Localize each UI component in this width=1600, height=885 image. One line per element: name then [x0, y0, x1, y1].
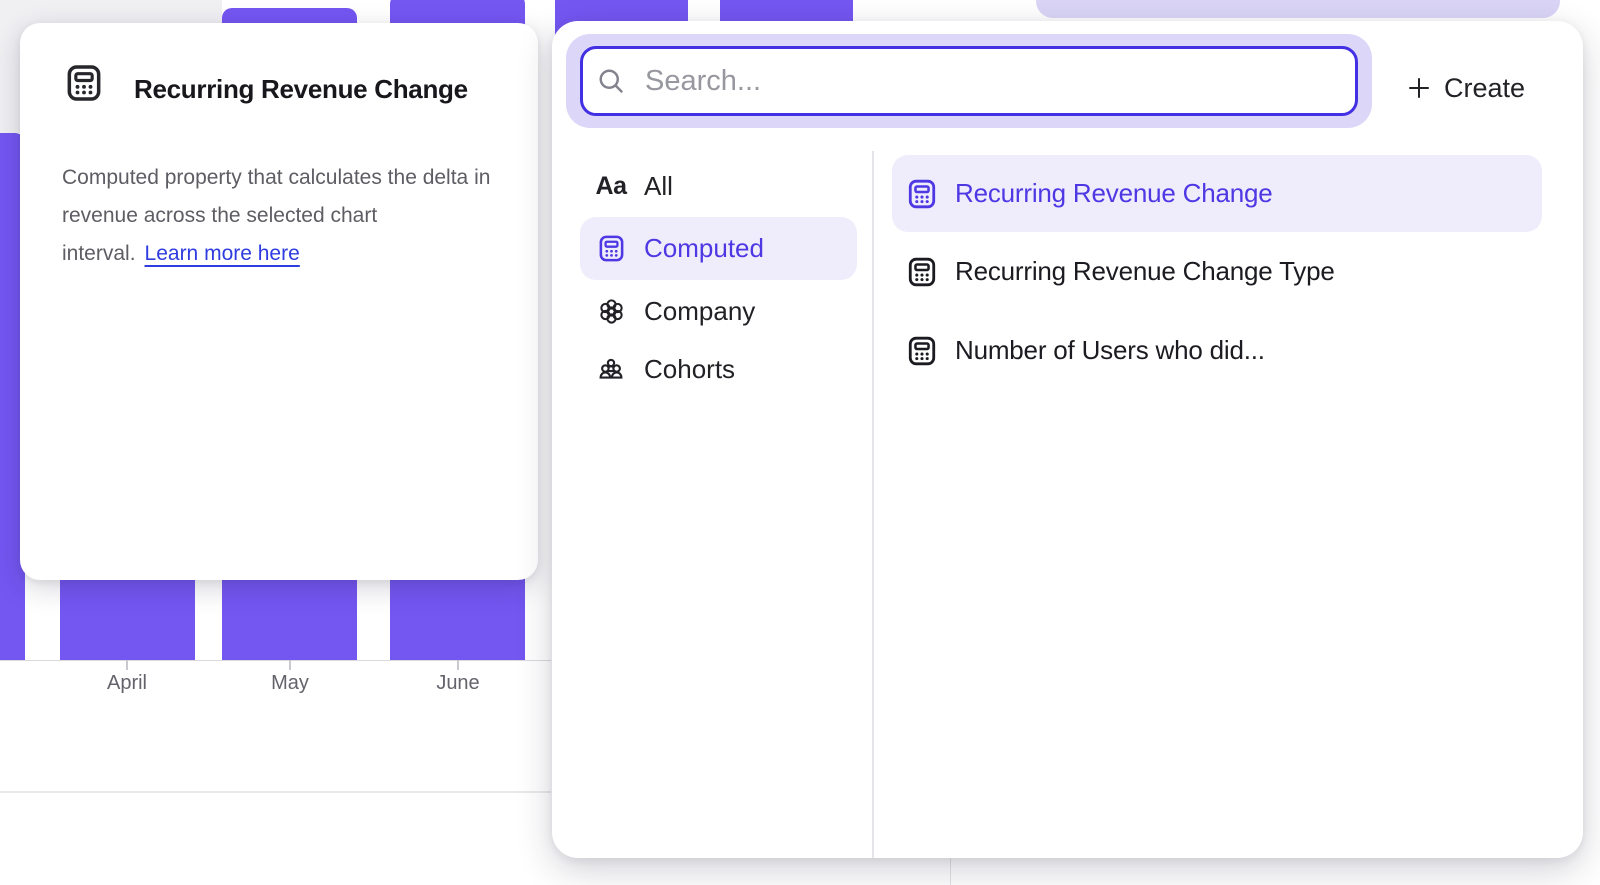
- category-label: All: [644, 171, 673, 202]
- search-input[interactable]: [645, 65, 1355, 98]
- axis-tick: [457, 660, 459, 670]
- property-tooltip-card: Recurring Revenue Change Computed proper…: [20, 23, 538, 580]
- category-item-computed[interactable]: Computed: [580, 217, 857, 280]
- category-label: Computed: [644, 233, 764, 264]
- search-focus-ring: [566, 34, 1372, 128]
- result-label: Number of Users who did...: [955, 335, 1265, 366]
- calculator-icon: [64, 63, 104, 103]
- category-label: Company: [644, 296, 755, 327]
- search-icon: [597, 67, 625, 95]
- app-canvas: April May June Recurring Revenue Change …: [0, 0, 1600, 885]
- result-item[interactable]: Recurring Revenue Change Type: [892, 233, 1542, 310]
- calculator-icon: [906, 256, 938, 288]
- x-axis-label: April: [107, 672, 147, 695]
- result-item[interactable]: Recurring Revenue Change: [892, 155, 1542, 232]
- result-label: Recurring Revenue Change Type: [955, 256, 1335, 287]
- category-label: Cohorts: [644, 354, 735, 385]
- calculator-icon: [906, 335, 938, 367]
- company-icon: [596, 296, 626, 326]
- picker-column-divider: [872, 151, 874, 858]
- result-label: Recurring Revenue Change: [955, 178, 1273, 209]
- axis-tick: [126, 660, 128, 670]
- x-axis-label: May: [271, 672, 309, 695]
- calculator-icon: [906, 178, 938, 210]
- text-case-icon: Aa: [596, 171, 626, 201]
- calculator-icon: [596, 234, 626, 264]
- panel-divider-line: [0, 791, 551, 793]
- create-button-label: Create: [1444, 73, 1525, 104]
- result-item[interactable]: Number of Users who did...: [892, 312, 1542, 389]
- x-axis-label: June: [436, 672, 479, 695]
- property-picker-modal: Create Aa All Computed Company Co: [552, 21, 1583, 858]
- x-axis-line: [0, 660, 551, 661]
- tooltip-title: Recurring Revenue Change: [134, 74, 468, 105]
- plus-icon: [1407, 76, 1431, 100]
- category-item-company[interactable]: Company: [580, 280, 857, 342]
- axis-tick: [289, 660, 291, 670]
- tooltip-description: Computed property that calculates the de…: [62, 159, 514, 273]
- learn-more-link[interactable]: Learn more here: [145, 242, 300, 265]
- create-button[interactable]: Create: [1398, 59, 1548, 117]
- search-box[interactable]: [580, 46, 1358, 116]
- category-item-cohorts[interactable]: Cohorts: [580, 338, 857, 400]
- highlighted-property-pill: [1036, 0, 1560, 18]
- panel-divider-line: [950, 858, 951, 885]
- category-item-all[interactable]: Aa All: [580, 155, 857, 217]
- cohorts-icon: [596, 354, 626, 384]
